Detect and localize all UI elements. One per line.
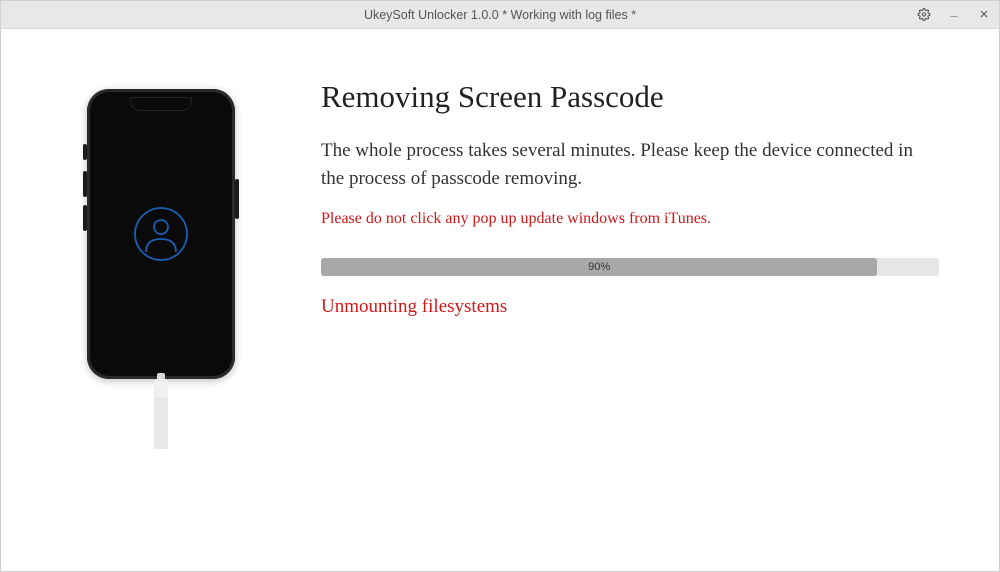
progress-bar: 90%	[321, 258, 939, 276]
phone-body	[87, 89, 235, 379]
minimize-icon[interactable]: _	[945, 3, 963, 18]
window-title: UkeySoft Unlocker 1.0.0 * Working with l…	[364, 8, 636, 22]
content-area: Removing Screen Passcode The whole proce…	[1, 29, 999, 449]
cable-icon	[154, 379, 168, 449]
settings-icon[interactable]	[915, 8, 933, 21]
close-icon[interactable]: ×	[975, 6, 993, 23]
progress-fill: 90%	[321, 258, 877, 276]
description-text: The whole process takes several minutes.…	[321, 137, 939, 192]
phone-side-button	[83, 205, 87, 231]
warning-text: Please do not click any pop up update wi…	[321, 210, 939, 228]
window-controls: _ ×	[915, 6, 993, 23]
phone-side-button	[83, 144, 87, 160]
progress-percent-label: 90%	[588, 261, 610, 273]
page-title: Removing Screen Passcode	[321, 79, 939, 115]
phone-side-button	[83, 171, 87, 197]
titlebar: UkeySoft Unlocker 1.0.0 * Working with l…	[1, 1, 999, 29]
user-icon	[133, 206, 189, 262]
device-illustration	[41, 79, 281, 449]
phone-side-button	[235, 179, 239, 219]
status-text: Unmounting filesystems	[321, 296, 939, 318]
main-panel: Removing Screen Passcode The whole proce…	[321, 79, 959, 449]
